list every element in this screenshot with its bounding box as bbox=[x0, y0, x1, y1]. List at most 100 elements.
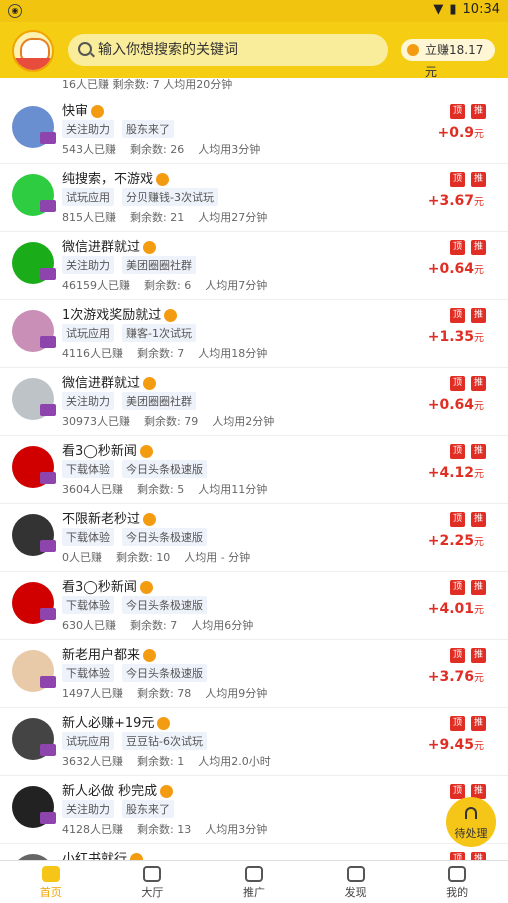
task-reward: +9.45元 bbox=[427, 737, 484, 753]
vip-icon bbox=[40, 200, 56, 212]
task-stat: 46159人已赚 bbox=[62, 279, 130, 292]
vip-icon bbox=[40, 744, 56, 756]
vip-icon bbox=[40, 608, 56, 620]
task-title: 新人必赚+19元 bbox=[62, 716, 155, 731]
task-tags: 试玩应用 豆豆钻-6次试玩 bbox=[62, 732, 207, 750]
task-stat: 630人已赚 bbox=[62, 619, 116, 632]
task-tag: 股东来了 bbox=[122, 800, 174, 818]
vip-icon bbox=[40, 336, 56, 348]
task-stat: 815人已赚 bbox=[62, 211, 116, 224]
hot-badge-icon bbox=[143, 513, 157, 526]
task-row[interactable]: 新老用户都来 下载体验 今日头条极速版 1497人已赚 剩余数: 78 人均用9分钟 … bbox=[0, 640, 508, 708]
task-reward: +3.76元 bbox=[427, 669, 484, 685]
task-tag: 今日头条极速版 bbox=[122, 664, 207, 682]
status-time: 10:34 bbox=[462, 2, 500, 17]
bottom-nav: 首页 大厅 推广 发现 我的 bbox=[0, 860, 508, 903]
task-row[interactable]: 不限新老秒过 下载体验 今日头条极速版 0人已赚 剩余数: 10 人均用 - 分钟 顶… bbox=[0, 504, 508, 572]
task-stat: 剩余数: 1 bbox=[137, 755, 185, 768]
nav-hall[interactable]: 大厅 bbox=[102, 861, 204, 903]
task-list[interactable]: 16人已赚 剩余数: 7 人均用20分钟 快审 关注助力 股东来了 543人已赚剩… bbox=[0, 78, 508, 860]
task-reward: +0.9元 bbox=[437, 125, 484, 141]
recommend-mark: 推 bbox=[471, 580, 486, 595]
task-stat: 人均用18分钟 bbox=[198, 347, 268, 360]
task-reward: +1.35元 bbox=[427, 329, 484, 345]
task-meta: 46159人已赚 剩余数: 6 人均用7分钟 bbox=[62, 277, 281, 293]
task-meta: 4128人已赚 剩余数: 13 人均用3分钟 bbox=[62, 821, 281, 837]
task-meta: 4116人已赚 剩余数: 7 人均用18分钟 bbox=[62, 345, 281, 361]
top-mark: 顶 bbox=[450, 172, 465, 187]
task-reward: +0.64元 bbox=[427, 261, 484, 277]
hot-badge-icon bbox=[139, 445, 153, 458]
task-stat: 543人已赚 bbox=[62, 143, 116, 156]
partial-item-meta: 16人已赚 剩余数: 7 人均用20分钟 bbox=[62, 78, 233, 91]
task-reward: +3.67元 bbox=[427, 193, 484, 209]
task-stat: 4128人已赚 bbox=[62, 823, 123, 836]
task-row[interactable]: 1次游戏奖励就过 试玩应用 赚客-1次试玩 4116人已赚 剩余数: 7 人均用18分… bbox=[0, 300, 508, 368]
task-title: 看3◯秒新闻 bbox=[62, 580, 137, 595]
nav-mine[interactable]: 我的 bbox=[406, 861, 508, 903]
task-stat: 人均用3分钟 bbox=[205, 823, 268, 836]
earn-button[interactable]: 立赚18.17元 bbox=[401, 39, 495, 79]
task-stat: 剩余数: 6 bbox=[144, 279, 192, 292]
task-tag: 下载体验 bbox=[62, 460, 114, 478]
task-tags: 下载体验 今日头条极速版 bbox=[62, 460, 207, 478]
nav-discover[interactable]: 发现 bbox=[305, 861, 407, 903]
task-stat: 剩余数: 7 bbox=[137, 347, 185, 360]
top-mark: 顶 bbox=[450, 240, 465, 255]
wifi-icon: ▼ bbox=[433, 2, 444, 17]
task-row[interactable]: 新人必赚+19元 试玩应用 豆豆钻-6次试玩 3632人已赚 剩余数: 1 人均用2.… bbox=[0, 708, 508, 776]
task-stat: 人均用27分钟 bbox=[198, 211, 268, 224]
battery-icon: ▮ bbox=[449, 2, 457, 17]
vip-icon bbox=[40, 472, 56, 484]
task-title: 新人必做 秒完成 bbox=[62, 784, 158, 799]
top-mark: 顶 bbox=[450, 308, 465, 323]
task-stat: 人均用9分钟 bbox=[205, 687, 268, 700]
search-input[interactable]: 输入你想搜索的关键词 bbox=[68, 34, 388, 66]
top-mark: 顶 bbox=[450, 104, 465, 119]
task-row[interactable]: 微信进群就过 关注助力 美团圈圈社群 30973人已赚 剩余数: 79 人均用2分钟 … bbox=[0, 368, 508, 436]
task-row[interactable]: 纯搜索，不游戏 试玩应用 分贝赚钱-3次试玩 815人已赚 剩余数: 21 人均用27… bbox=[0, 164, 508, 232]
task-stat: 人均用2分钟 bbox=[212, 415, 275, 428]
task-stat: 0人已赚 bbox=[62, 551, 102, 564]
task-stat: 人均用 - 分钟 bbox=[184, 551, 251, 564]
task-tags: 关注助力 美团圈圈社群 bbox=[62, 256, 196, 274]
nav-promote[interactable]: 推广 bbox=[203, 861, 305, 903]
pending-button[interactable]: 待处理 bbox=[446, 797, 496, 847]
recommend-mark: 推 bbox=[471, 716, 486, 731]
task-row[interactable]: 看3◯秒新闻 下载体验 今日头条极速版 630人已赚 剩余数: 7 人均用6分钟 顶推… bbox=[0, 572, 508, 640]
task-stat: 剩余数: 7 bbox=[130, 619, 178, 632]
task-row[interactable]: 微信进群就过 关注助力 美团圈圈社群 46159人已赚 剩余数: 6 人均用7分钟 顶… bbox=[0, 232, 508, 300]
task-tag: 下载体验 bbox=[62, 664, 114, 682]
task-stat: 3632人已赚 bbox=[62, 755, 123, 768]
top-mark: 顶 bbox=[450, 852, 465, 860]
recommend-mark: 推 bbox=[471, 512, 486, 527]
task-tags: 关注助力 股东来了 bbox=[62, 120, 174, 138]
task-stat: 人均用2.0小时 bbox=[198, 755, 271, 768]
task-reward: +2.25元 bbox=[427, 533, 484, 549]
app-logo[interactable] bbox=[12, 30, 54, 72]
search-icon bbox=[78, 42, 92, 56]
task-tags: 关注助力 美团圈圈社群 bbox=[62, 392, 196, 410]
recommend-mark: 推 bbox=[471, 648, 486, 663]
hot-badge-icon bbox=[130, 853, 144, 860]
task-row[interactable]: 看3◯秒新闻 下载体验 今日头条极速版 3604人已赚 剩余数: 5 人均用11分钟 … bbox=[0, 436, 508, 504]
task-row[interactable]: 新人必做 秒完成 关注助力 股东来了 4128人已赚 剩余数: 13 人均用3分钟 顶… bbox=[0, 776, 508, 844]
hot-badge-icon bbox=[156, 173, 170, 186]
task-title: 快审 bbox=[62, 104, 89, 119]
task-tag: 今日头条极速版 bbox=[122, 460, 207, 478]
nav-home[interactable]: 首页 bbox=[0, 861, 102, 903]
task-tags: 下载体验 今日头条极速版 bbox=[62, 664, 207, 682]
task-stat: 人均用11分钟 bbox=[198, 483, 268, 496]
task-tag: 赚客-1次试玩 bbox=[122, 324, 196, 342]
task-reward: +4.12元 bbox=[427, 465, 484, 481]
task-row[interactable]: 小红书就行 顶推 bbox=[0, 844, 508, 860]
top-mark: 顶 bbox=[450, 512, 465, 527]
task-title: 纯搜索，不游戏 bbox=[62, 172, 154, 187]
recommend-mark: 推 bbox=[471, 444, 486, 459]
task-row[interactable]: 快审 关注助力 股东来了 543人已赚 剩余数: 26 人均用3分钟 顶推 +0.9元 bbox=[0, 96, 508, 164]
top-mark: 顶 bbox=[450, 784, 465, 799]
task-stat: 1497人已赚 bbox=[62, 687, 123, 700]
task-stat: 剩余数: 21 bbox=[130, 211, 185, 224]
task-meta: 30973人已赚 剩余数: 79 人均用2分钟 bbox=[62, 413, 288, 429]
recommend-mark: 推 bbox=[471, 852, 486, 860]
